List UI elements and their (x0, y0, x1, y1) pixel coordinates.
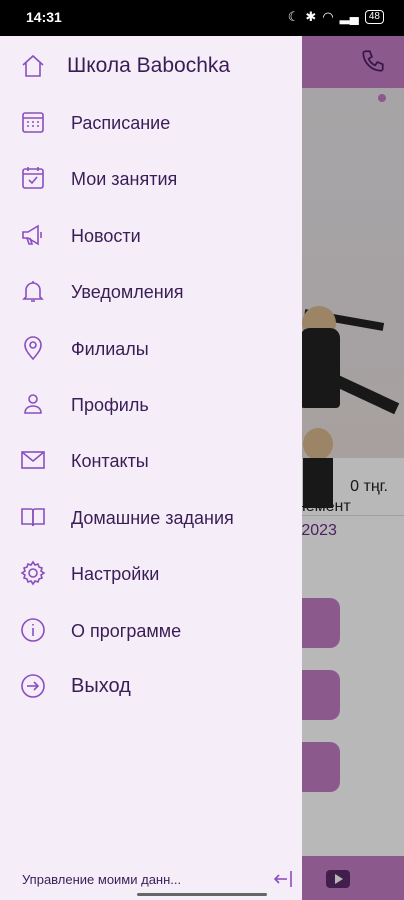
menu-item-settings[interactable]: Настройки (0, 547, 302, 603)
menu-label: Настройки (71, 564, 160, 585)
battery-icon: 48 (364, 10, 384, 24)
menu-label: Новости (71, 225, 141, 246)
calendar-check-icon (20, 165, 46, 191)
drawer-menu: Расписание Мои занятия Новости Уведомлен… (0, 96, 302, 716)
gear-icon (20, 560, 46, 586)
menu-label: Контакты (71, 451, 149, 472)
signal-icon: ▂▄ (339, 9, 359, 24)
menu-label: О программе (71, 620, 182, 641)
menu-label: Мои занятия (71, 169, 178, 190)
home-indicator (137, 893, 267, 896)
menu-item-news[interactable]: Новости (0, 209, 302, 265)
bell-icon (20, 278, 46, 304)
person-icon (20, 391, 46, 417)
bluetooth-icon: ✱ (305, 9, 317, 24)
menu-item-homework[interactable]: Домашние задания (0, 491, 302, 547)
menu-item-branches[interactable]: Филиалы (0, 322, 302, 378)
school-title: Школа Babochka (67, 54, 231, 77)
logout-icon (20, 673, 46, 699)
drawer-header[interactable]: Школа Babochka (0, 36, 302, 96)
wifi-icon: ◠ (322, 9, 334, 24)
menu-label: Профиль (71, 394, 149, 415)
envelope-icon (20, 447, 46, 473)
manage-data-link[interactable]: Управление моими данн... (22, 872, 181, 887)
menu-item-about[interactable]: О программе (0, 604, 302, 660)
book-icon (20, 504, 46, 530)
collapse-left-icon[interactable] (272, 868, 294, 890)
moon-icon: ☾ (287, 9, 300, 24)
menu-label: Филиалы (71, 338, 149, 359)
megaphone-icon (20, 222, 46, 248)
status-icons: ☾ ✱ ◠ ▂▄ 48 (288, 9, 384, 25)
menu-label: Уведомления (71, 282, 184, 303)
menu-item-logout[interactable]: Выход (0, 660, 302, 716)
menu-item-notifications[interactable]: Уведомления (0, 265, 302, 321)
menu-label: Выход (71, 674, 131, 697)
info-icon (20, 617, 46, 643)
map-pin-icon (20, 335, 46, 361)
menu-item-my-classes[interactable]: Мои занятия (0, 152, 302, 208)
status-bar: 14:31 ☾ ✱ ◠ ▂▄ 48 (0, 0, 404, 36)
status-time: 14:31 (26, 9, 62, 25)
menu-label: Расписание (71, 113, 171, 133)
navigation-drawer: Школа Babochka Расписание Мои занятия Но… (0, 36, 302, 900)
menu-item-schedule[interactable]: Расписание (0, 96, 302, 152)
home-icon (20, 53, 46, 79)
menu-item-contacts[interactable]: Контакты (0, 434, 302, 490)
calendar-grid-icon (20, 109, 46, 135)
menu-item-profile[interactable]: Профиль (0, 378, 302, 434)
menu-label: Домашние задания (71, 507, 234, 528)
